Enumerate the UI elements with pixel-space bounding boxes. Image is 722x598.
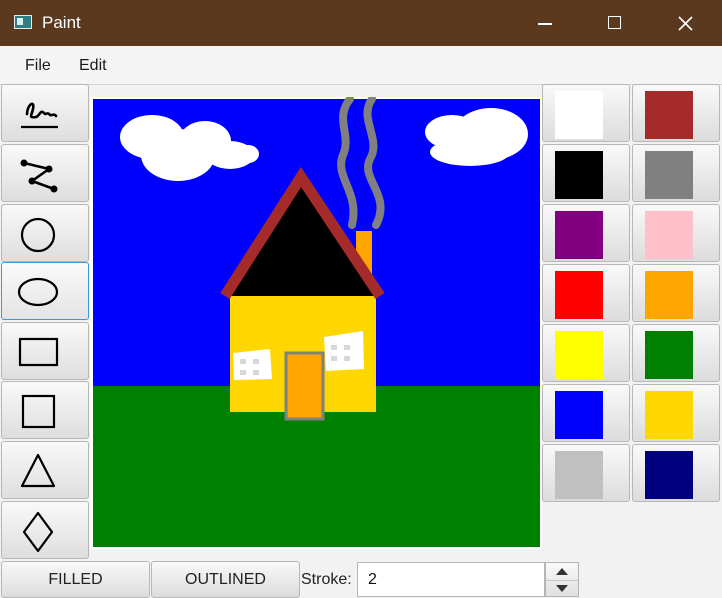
color-swatch: [645, 391, 693, 439]
menu-edit[interactable]: Edit: [79, 57, 107, 75]
tool-polyline-button[interactable]: [1, 144, 89, 202]
color-swatch: [645, 451, 693, 499]
menu-bar: File Edit: [0, 46, 722, 85]
color-swatch-button[interactable]: [542, 144, 630, 202]
outlined-button[interactable]: OUTLINED: [151, 561, 300, 598]
color-swatch: [645, 151, 693, 199]
close-button[interactable]: [662, 0, 708, 46]
color-swatch-button[interactable]: [632, 264, 720, 322]
triangle-icon: [20, 453, 56, 488]
polyline-icon: [20, 159, 58, 193]
diamond-icon: [22, 511, 54, 553]
ellipse-icon: [17, 277, 59, 307]
drawing-canvas[interactable]: [90, 97, 542, 549]
spinner-up-button[interactable]: [546, 563, 578, 581]
color-swatch: [645, 91, 693, 139]
circle-icon: [20, 217, 56, 253]
color-swatch: [645, 211, 693, 259]
chevron-down-icon: [556, 585, 568, 592]
door: [284, 351, 325, 421]
color-swatch-button[interactable]: [542, 84, 630, 142]
tool-square-button[interactable]: [1, 381, 89, 439]
color-swatch-button[interactable]: [632, 324, 720, 382]
stroke-input[interactable]: [357, 562, 545, 597]
color-swatch: [645, 331, 693, 379]
color-swatch: [555, 271, 603, 319]
stroke-label: Stroke:: [301, 571, 352, 588]
color-swatch: [555, 451, 603, 499]
color-swatch-button[interactable]: [632, 144, 720, 202]
color-swatch: [555, 211, 603, 259]
title-bar: Paint: [0, 0, 722, 46]
color-swatch-button[interactable]: [632, 384, 720, 442]
tool-rectangle-button[interactable]: [1, 322, 89, 380]
canvas-drawing: [93, 97, 540, 547]
freehand-icon: [21, 102, 58, 129]
color-swatch-button[interactable]: [632, 84, 720, 142]
filled-button[interactable]: FILLED: [1, 561, 150, 598]
color-swatch-button[interactable]: [542, 444, 630, 502]
maximize-button[interactable]: [592, 0, 638, 46]
color-swatch-button[interactable]: [542, 264, 630, 322]
chevron-up-icon: [556, 568, 568, 575]
rectangle-icon: [18, 337, 59, 367]
color-swatch-button[interactable]: [542, 204, 630, 262]
color-swatch-button[interactable]: [542, 384, 630, 442]
stroke-spinner: [545, 562, 579, 597]
tool-diamond-button[interactable]: [1, 501, 89, 559]
color-swatch: [555, 91, 603, 139]
color-swatch-button[interactable]: [542, 324, 630, 382]
color-swatch-button[interactable]: [632, 444, 720, 502]
spinner-down-button[interactable]: [546, 580, 578, 597]
tool-circle-button[interactable]: [1, 204, 89, 262]
color-swatch-button[interactable]: [632, 204, 720, 262]
close-icon: [678, 16, 693, 31]
app-icon: [14, 15, 32, 29]
menu-file[interactable]: File: [25, 57, 51, 75]
color-swatch: [555, 331, 603, 379]
square-icon: [21, 394, 56, 429]
tool-triangle-button[interactable]: [1, 441, 89, 499]
window-left: [233, 349, 272, 380]
tool-freehand-button[interactable]: [1, 84, 89, 142]
window-right: [324, 331, 364, 371]
tool-ellipse-button[interactable]: [1, 262, 89, 320]
color-swatch: [645, 271, 693, 319]
minimize-button[interactable]: [522, 0, 568, 46]
color-swatch: [555, 151, 603, 199]
window-title: Paint: [42, 13, 81, 32]
color-swatch: [555, 391, 603, 439]
